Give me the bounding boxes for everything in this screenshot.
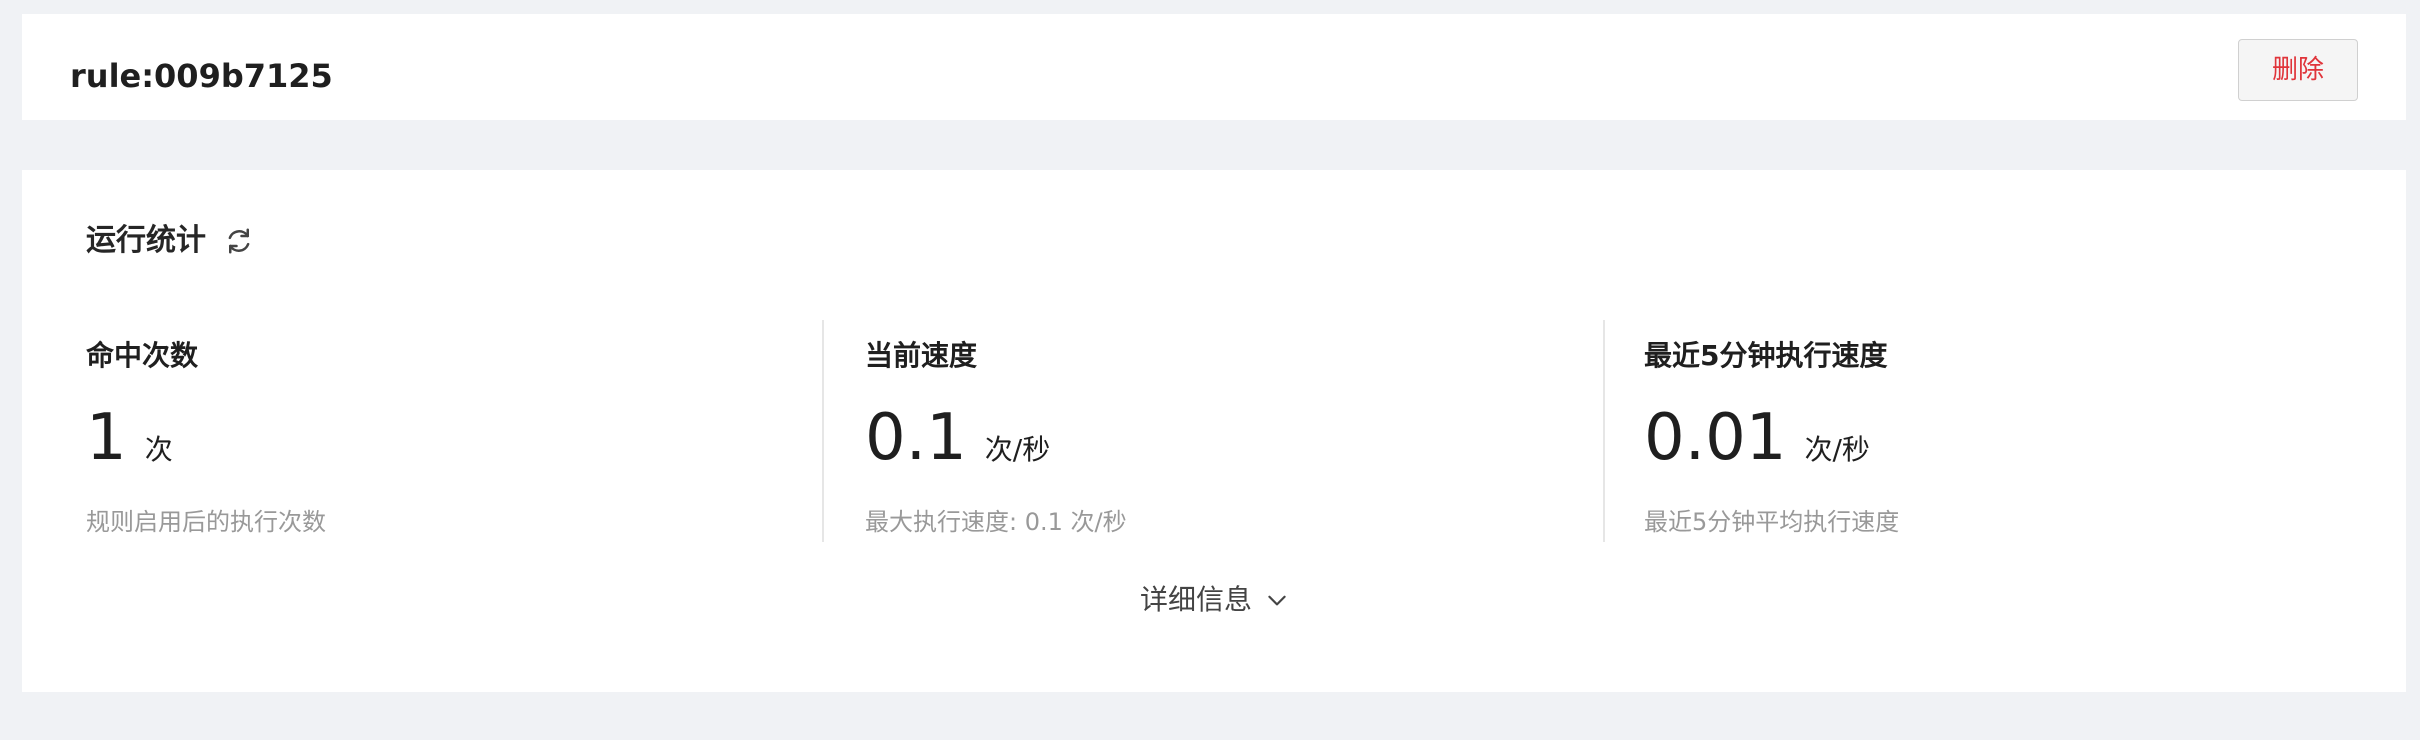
run-stats-panel: 运行统计 命中次数 1 次 规则启用后的执行次数 当前速度 0.1 次/秒 最大… [22,170,2406,692]
stat-recent-5min-speed: 最近5分钟执行速度 0.01 次/秒 最近5分钟平均执行速度 [1580,170,2380,692]
stat-description: 最大执行速度: 0.1 次/秒 [865,508,1127,536]
rule-title: rule:009b7125 [70,57,333,95]
stat-description: 最近5分钟平均执行速度 [1644,508,1900,536]
stat-label: 命中次数 [86,339,199,372]
stat-value-row: 1 次 [86,406,173,470]
stat-value: 0.01 [1644,401,1787,475]
details-toggle[interactable]: 详细信息 [1140,586,1290,614]
delete-button[interactable]: 删除 [2238,39,2358,101]
details-label: 详细信息 [1140,583,1253,616]
stat-value-row: 0.01 次/秒 [1644,406,1870,470]
stat-unit: 次 [144,433,173,466]
stat-value: 1 [86,401,127,475]
rule-header: rule:009b7125 删除 [22,14,2406,120]
stat-value-row: 0.1 次/秒 [865,406,1050,470]
stat-hit-count: 命中次数 1 次 规则启用后的执行次数 [22,170,822,692]
stat-unit: 次/秒 [984,433,1051,466]
stat-unit: 次/秒 [1804,433,1870,466]
stat-value: 0.1 [865,401,967,475]
stat-label: 最近5分钟执行速度 [1644,339,1888,372]
stat-description: 规则启用后的执行次数 [86,508,326,536]
chevron-down-icon [1268,595,1286,606]
stat-label: 当前速度 [865,339,978,372]
